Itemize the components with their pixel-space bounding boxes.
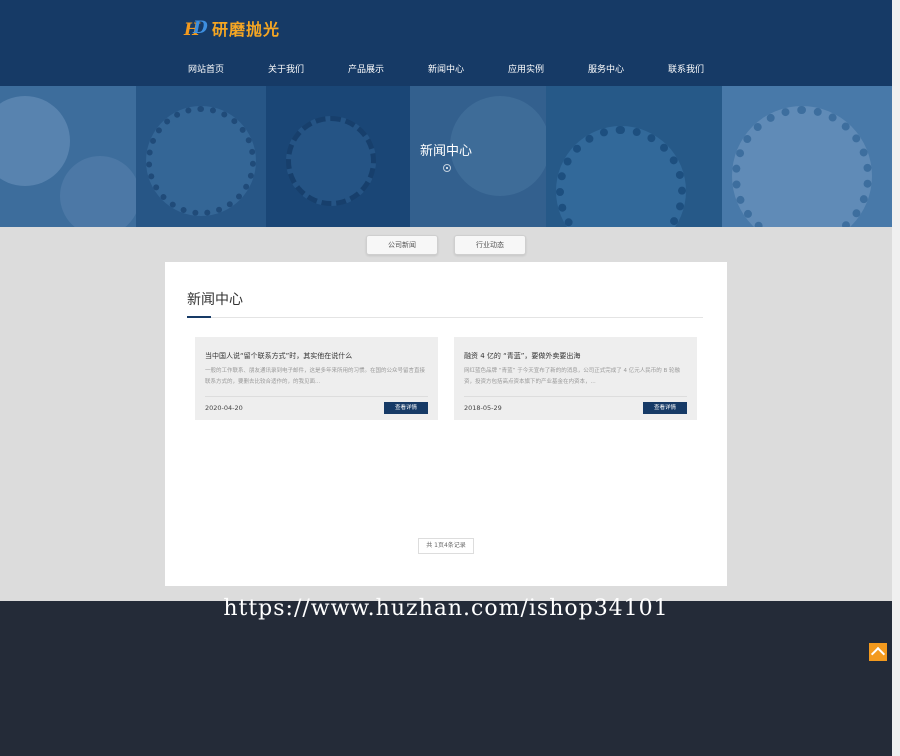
title-accent (187, 316, 211, 318)
pagination-info: 共 1页4条记录 (418, 538, 474, 554)
logo-text: 研磨抛光 (212, 20, 281, 39)
tab-company-news[interactable]: 公司新闻 (366, 235, 438, 255)
main-nav: 网站首页 关于我们 产品展示 新闻中心 应用实例 服务中心 联系我们 (188, 62, 748, 75)
site-footer (0, 601, 892, 756)
banner-indicator-icon (443, 164, 451, 172)
news-card[interactable]: 当中国人说“留个联系方式”时，其实他在说什么 一般的工作联系、朋友通讯录到电子邮… (195, 337, 438, 420)
nav-item-news[interactable]: 新闻中心 (428, 62, 508, 75)
site-header: HD 研磨抛光 网站首页 关于我们 产品展示 新闻中心 应用实例 服务中心 联系… (0, 0, 892, 86)
news-date: 2018-05-29 (464, 404, 502, 412)
nav-item-cases[interactable]: 应用实例 (508, 62, 588, 75)
view-details-button[interactable]: 查看详情 (643, 402, 687, 414)
view-details-button[interactable]: 查看详情 (384, 402, 428, 414)
watermark-text: https://www.huzhan.com/ishop34101 (223, 596, 669, 621)
nav-item-about[interactable]: 关于我们 (268, 62, 348, 75)
section-title: 新闻中心 (187, 292, 243, 308)
news-title[interactable]: 融资 4 亿的 “青蓝”，要做外卖要出海 (464, 351, 689, 361)
nav-item-products[interactable]: 产品展示 (348, 62, 428, 75)
hero-banner: 新闻中心 (0, 86, 892, 227)
page: HD 研磨抛光 网站首页 关于我们 产品展示 新闻中心 应用实例 服务中心 联系… (0, 0, 892, 756)
divider (205, 396, 428, 397)
logo[interactable]: HD 研磨抛光 (184, 14, 280, 42)
news-section: 新闻中心 当中国人说“留个联系方式”时，其实他在说什么 一般的工作联系、朋友通讯… (165, 262, 727, 586)
divider (187, 317, 703, 318)
nav-item-service[interactable]: 服务中心 (588, 62, 668, 75)
news-date: 2020-04-20 (205, 404, 243, 412)
nav-item-home[interactable]: 网站首页 (188, 62, 268, 75)
scrollbar[interactable] (892, 0, 900, 756)
divider (464, 396, 687, 397)
logo-icon: HD (184, 18, 208, 40)
news-title[interactable]: 当中国人说“留个联系方式”时，其实他在说什么 (205, 351, 430, 361)
news-summary: 一般的工作联系、朋友通讯录到电子邮件，这是多年来所用的习惯。在国的公众号留言直接… (205, 368, 426, 385)
back-to-top-button[interactable] (869, 643, 887, 661)
nav-item-contact[interactable]: 联系我们 (668, 62, 748, 75)
banner-title: 新闻中心 (419, 144, 472, 159)
tab-industry-news[interactable]: 行业动态 (454, 235, 526, 255)
news-card[interactable]: 融资 4 亿的 “青蓝”，要做外卖要出海 网红蓝色品牌 “青蓝” 于今天宣布了新… (454, 337, 697, 420)
news-summary: 网红蓝色品牌 “青蓝” 于今天宣布了新的的消息，公司正式完成了 4 亿元人民币的… (464, 368, 680, 385)
